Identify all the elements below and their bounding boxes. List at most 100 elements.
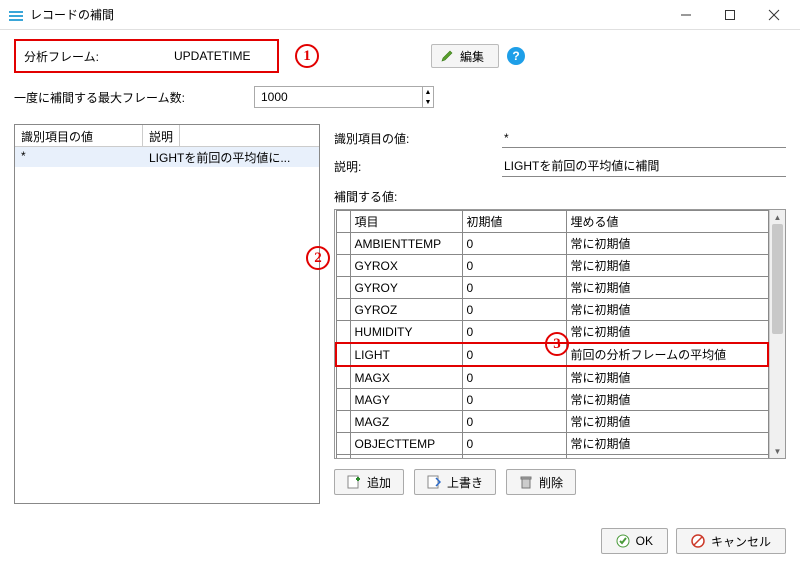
analysis-frame-label: 分析フレーム: — [24, 48, 174, 65]
grid-cell-init[interactable]: 0 — [462, 389, 566, 411]
grid-cell-item[interactable]: MAGY — [350, 389, 462, 411]
list-item-desc: LIGHTを前回の平均値に... — [143, 147, 296, 167]
max-frames-input[interactable] — [255, 87, 422, 107]
row-header[interactable] — [336, 455, 350, 459]
maximize-button[interactable] — [708, 0, 752, 30]
grid-cell-fill[interactable]: 常に初期値 — [566, 455, 768, 459]
row-header[interactable] — [336, 366, 350, 389]
grid-cell-item[interactable]: MAGZ — [350, 411, 462, 433]
id-field-value[interactable]: * — [502, 129, 786, 148]
row-header[interactable] — [336, 411, 350, 433]
rules-header-key[interactable]: 識別項目の値 — [15, 125, 143, 146]
plus-icon — [347, 475, 361, 489]
grid-cell-fill[interactable]: 常に初期値 — [566, 233, 768, 255]
grid-cell-item[interactable]: HUMIDITY — [350, 321, 462, 344]
grid-cell-init[interactable]: 0 — [462, 255, 566, 277]
edit-button[interactable]: 編集 — [431, 44, 499, 68]
row-header[interactable] — [336, 233, 350, 255]
id-field-label: 識別項目の値: — [334, 130, 502, 147]
max-frames-label: 一度に補間する最大フレーム数: — [14, 89, 254, 106]
ok-button[interactable]: OK — [601, 528, 668, 554]
help-icon[interactable]: ? — [507, 47, 525, 65]
table-row[interactable]: OBJECTTEMP0常に初期値 — [336, 433, 768, 455]
grid-scrollbar[interactable]: ▲ ▼ — [769, 210, 785, 458]
desc-field-value[interactable]: LIGHTを前回の平均値に補間 — [502, 155, 786, 177]
table-row[interactable]: GYROZ0常に初期値 — [336, 299, 768, 321]
row-header[interactable] — [336, 433, 350, 455]
table-row[interactable]: AMBIENTTEMP0常に初期値 — [336, 233, 768, 255]
grid-cell-init[interactable]: 0 — [462, 455, 566, 459]
grid-cell-init[interactable]: 0 — [462, 411, 566, 433]
grid-cell-fill[interactable]: 常に初期値 — [566, 255, 768, 277]
grid-cell-fill[interactable]: 常に初期値 — [566, 411, 768, 433]
fill-values-grid[interactable]: 3 項目 初期値 埋める値 AMBIENTTEMP0常に初期値GYROX0常に初… — [334, 209, 786, 459]
grid-cell-fill[interactable]: 常に初期値 — [566, 277, 768, 299]
grid-cell-item[interactable]: OBJECTTEMP — [350, 433, 462, 455]
table-row[interactable]: MAGZ0常に初期値 — [336, 411, 768, 433]
window-title: レコードの補間 — [30, 6, 664, 23]
grid-cell-item[interactable]: MAGX — [350, 366, 462, 389]
save-icon — [427, 475, 441, 489]
grid-cell-init[interactable]: 0 — [462, 299, 566, 321]
grid-cell-fill[interactable]: 常に初期値 — [566, 389, 768, 411]
max-frames-spinner[interactable]: ▲ ▼ — [254, 86, 434, 108]
overwrite-button[interactable]: 上書き — [414, 469, 496, 495]
grid-cell-item[interactable]: ALTITUDE — [350, 455, 462, 459]
edit-button-label: 編集 — [460, 48, 484, 65]
scroll-up-icon[interactable]: ▲ — [770, 210, 785, 224]
analysis-frame-value[interactable]: UPDATETIME — [174, 49, 250, 63]
grid-cell-item[interactable]: GYROY — [350, 277, 462, 299]
table-row[interactable]: ALTITUDE0常に初期値 — [336, 455, 768, 459]
grid-cell-init[interactable]: 0 — [462, 366, 566, 389]
grid-cell-fill[interactable]: 常に初期値 — [566, 321, 768, 344]
grid-cell-item[interactable]: LIGHT — [350, 343, 462, 366]
spinner-up[interactable]: ▲ — [423, 87, 433, 97]
grid-cell-item[interactable]: AMBIENTTEMP — [350, 233, 462, 255]
row-header[interactable] — [336, 277, 350, 299]
row-header[interactable] — [336, 255, 350, 277]
cancel-button[interactable]: キャンセル — [676, 528, 786, 554]
table-row[interactable]: GYROY0常に初期値 — [336, 277, 768, 299]
grid-cell-init[interactable]: 0 — [462, 233, 566, 255]
list-item[interactable]: * LIGHTを前回の平均値に... — [15, 147, 319, 167]
row-header[interactable] — [336, 299, 350, 321]
grid-cell-item[interactable]: GYROZ — [350, 299, 462, 321]
add-button[interactable]: 追加 — [334, 469, 404, 495]
table-row[interactable]: MAGX0常に初期値 — [336, 366, 768, 389]
table-row[interactable]: MAGY0常に初期値 — [336, 389, 768, 411]
grid-cell-fill[interactable]: 前回の分析フレームの平均値 — [566, 343, 768, 366]
grid-cell-fill[interactable]: 常に初期値 — [566, 299, 768, 321]
grid-header-item[interactable]: 項目 — [350, 211, 462, 233]
titlebar: レコードの補間 — [0, 0, 800, 30]
grid-header-init[interactable]: 初期値 — [462, 211, 566, 233]
row-header[interactable] — [336, 389, 350, 411]
annotation-2: 2 — [306, 246, 330, 270]
grid-cell-fill[interactable]: 常に初期値 — [566, 433, 768, 455]
add-button-label: 追加 — [367, 474, 391, 491]
overwrite-button-label: 上書き — [447, 474, 483, 491]
ok-button-label: OK — [636, 534, 653, 548]
trash-icon — [519, 475, 533, 489]
close-button[interactable] — [752, 0, 796, 30]
analysis-frame-box: 分析フレーム: UPDATETIME — [14, 39, 279, 73]
annotation-1: 1 — [295, 44, 319, 68]
rules-header-desc[interactable]: 説明 — [143, 125, 180, 146]
spinner-down[interactable]: ▼ — [423, 97, 433, 107]
minimize-button[interactable] — [664, 0, 708, 30]
delete-button[interactable]: 削除 — [506, 469, 576, 495]
row-header[interactable] — [336, 321, 350, 344]
grid-cell-init[interactable]: 0 — [462, 277, 566, 299]
grid-header-fill[interactable]: 埋める値 — [566, 211, 768, 233]
row-header[interactable] — [336, 343, 350, 366]
annotation-3: 3 — [545, 332, 569, 356]
scroll-down-icon[interactable]: ▼ — [770, 444, 785, 458]
table-row[interactable]: GYROX0常に初期値 — [336, 255, 768, 277]
no-entry-icon — [691, 534, 705, 548]
check-icon — [616, 534, 630, 548]
grid-cell-init[interactable]: 0 — [462, 433, 566, 455]
grid-cell-fill[interactable]: 常に初期値 — [566, 366, 768, 389]
grid-cell-item[interactable]: GYROX — [350, 255, 462, 277]
scroll-thumb[interactable] — [772, 224, 783, 334]
rules-list[interactable]: 識別項目の値 説明 * LIGHTを前回の平均値に... — [14, 124, 320, 504]
desc-field-label: 説明: — [334, 158, 502, 175]
